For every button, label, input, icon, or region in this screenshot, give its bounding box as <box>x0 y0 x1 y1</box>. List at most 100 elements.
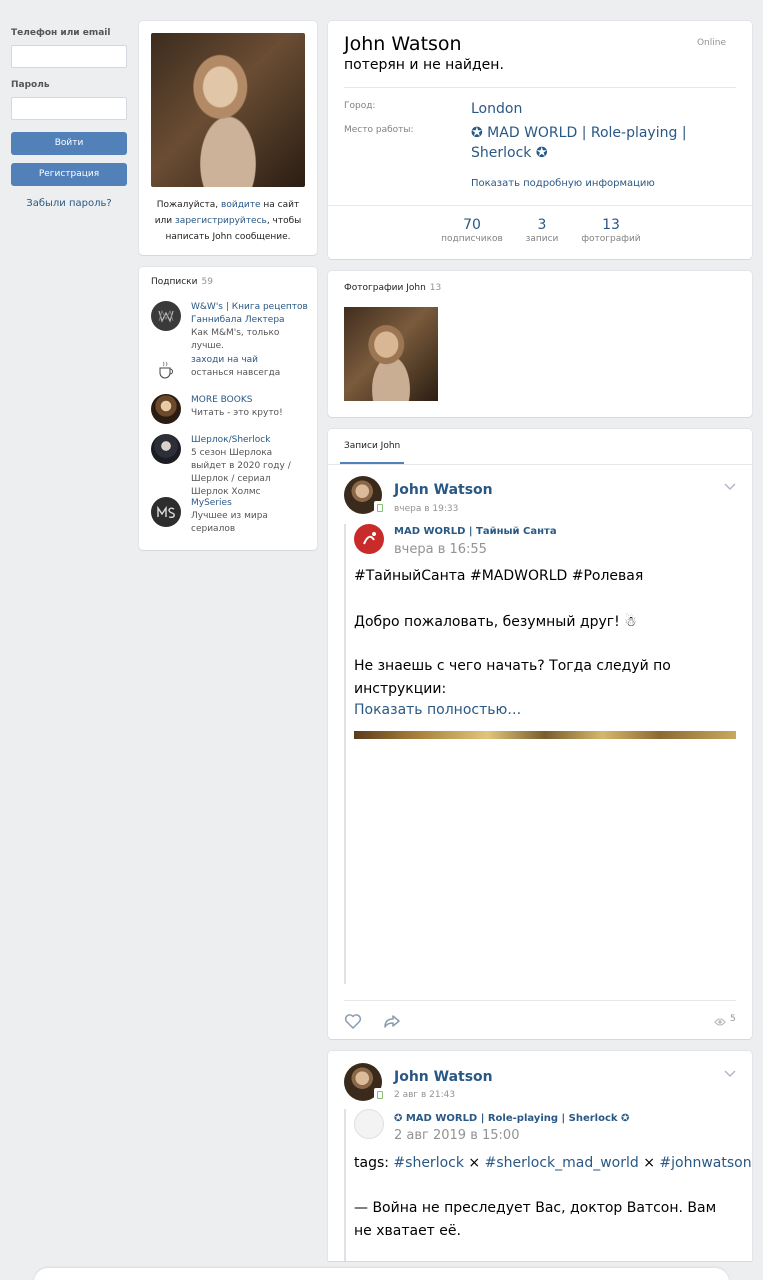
photos-count: 13 <box>429 283 442 293</box>
counter-number: 13 <box>602 217 620 233</box>
work-label: Место работы: <box>344 125 414 135</box>
subscription-desc: 5 сезон Шерлока выйдет в 2020 году / Шер… <box>191 448 291 497</box>
books-avatar <box>151 394 181 424</box>
login-button[interactable]: Войти <box>11 132 127 155</box>
post-author-name[interactable]: John Watson <box>394 482 493 498</box>
subscription-desc: останься навсегда <box>191 368 281 378</box>
teacup-icon <box>151 354 181 384</box>
hashtag-link[interactable]: #sherlock <box>393 1155 464 1171</box>
tab-posts[interactable]: Записи John <box>340 429 405 464</box>
subscription-text: MySeries Лучшее из мира сериалов <box>191 497 309 536</box>
subscription-text: MORE BOOKS Читать - это круто! <box>191 394 309 420</box>
repost-group-name[interactable]: ✪ MAD WORLD | Role-playing | Sherlock ✪ <box>394 1113 629 1124</box>
login-link[interactable]: войдите <box>221 200 261 210</box>
profile-status: потерян и не найден. <box>344 57 504 73</box>
password-label: Пароль <box>11 80 50 90</box>
post-hashtags[interactable]: #ТайныйСанта #MADWORLD #Ролевая <box>354 565 643 588</box>
login-prompt: Пожалуйста, войдите на сайт или зарегист… <box>147 197 309 245</box>
divider <box>328 205 752 206</box>
photos-title-text: Фотографии John <box>344 283 426 293</box>
counter-number: 3 <box>537 217 547 233</box>
subscriptions-title-text: Подписки <box>151 277 198 287</box>
repost-time[interactable]: вчера в 16:55 <box>394 542 487 557</box>
wall-post-card: John Watson 2 авг в 21:43 ✪ MAD WORLD | … <box>328 1051 752 1261</box>
divider <box>344 87 736 88</box>
city-link[interactable]: London <box>471 99 721 119</box>
subscriptions-card: Подписки 59 W&W's | Книга рецептов Ганниб… <box>139 267 317 550</box>
repost-time[interactable]: 2 авг 2019 в 15:00 <box>394 1128 519 1143</box>
subscription-name[interactable]: MORE BOOKS <box>191 394 309 407</box>
share-icon[interactable] <box>382 1011 402 1031</box>
password-input[interactable] <box>11 97 127 120</box>
followers-counter[interactable]: 70 подписчиков <box>440 217 504 244</box>
repost-group-name[interactable]: MAD WORLD <box>394 526 465 537</box>
login-prompt-prefix: Пожалуйста, <box>156 200 222 210</box>
ms-logo-icon <box>151 497 181 527</box>
profile-photo[interactable] <box>151 33 305 187</box>
post-author-name[interactable]: John Watson <box>394 1069 493 1085</box>
work-link[interactable]: ✪ MAD WORLD | Role-playing | Sherlock ✪ <box>471 123 721 163</box>
phone-label: Телефон или email <box>11 28 111 38</box>
mobile-online-icon <box>374 1088 384 1100</box>
posts-counter[interactable]: 3 записи <box>520 217 564 244</box>
tag-separator: × <box>463 1155 485 1171</box>
mobile-online-icon <box>374 501 384 513</box>
madworld-group-avatar[interactable] <box>354 1109 384 1139</box>
subscriptions-title[interactable]: Подписки 59 <box>151 277 213 287</box>
post-text-line: Добро пожаловать, безумный друг! ☃ <box>354 614 637 630</box>
tags-prefix: tags: <box>354 1155 394 1171</box>
tag-separator: × <box>638 1155 660 1171</box>
post-author-avatar[interactable] <box>344 476 384 514</box>
avatar-card: Пожалуйста, войдите на сайт или зарегист… <box>139 21 317 255</box>
subscriptions-count: 59 <box>201 277 213 287</box>
subscription-text: заходи на чай останься навсегда <box>191 354 309 380</box>
eye-icon <box>714 1013 726 1026</box>
city-label: Город: <box>344 101 376 111</box>
wall-card: Записи John John Watson вчера в 19:33 MA… <box>328 429 752 1039</box>
profile-card: John Watson Online потерян и не найден. … <box>328 21 752 259</box>
subscription-name[interactable]: Шерлок/Sherlock <box>191 434 309 447</box>
register-link[interactable]: зарегистрируйтесь <box>175 216 267 226</box>
hashtag-link[interactable]: #johnwatson <box>659 1155 751 1171</box>
post-image[interactable] <box>354 731 736 739</box>
like-icon[interactable] <box>343 1011 363 1031</box>
subscription-name[interactable]: MySeries <box>191 497 309 510</box>
bottom-bar <box>34 1268 729 1280</box>
post-time[interactable]: 2 авг в 21:43 <box>394 1090 455 1100</box>
hashtag-link[interactable]: #sherlock_mad_world <box>485 1155 639 1171</box>
photos-card: Фотографии John 13 <box>328 271 752 417</box>
profile-name: John Watson <box>344 33 462 55</box>
chevron-down-icon[interactable] <box>724 1068 736 1081</box>
divider <box>344 1000 736 1001</box>
subscription-desc: Лучшее из мира сериалов <box>191 511 268 534</box>
phone-input[interactable] <box>11 45 127 68</box>
views-count: 5 <box>730 1014 736 1024</box>
repost-bar <box>344 1109 346 1261</box>
subscription-name[interactable]: W&W's | Книга рецептов Ганнибала Лектера <box>191 301 309 327</box>
repost-group-sub[interactable]: | Тайный Санта <box>465 526 557 537</box>
post-quote: — Война не преследует Вас, доктор Ватсон… <box>354 1200 717 1239</box>
ww-logo-icon <box>151 301 181 331</box>
subscription-desc: Как M&M's, только лучше. <box>191 328 280 351</box>
divider <box>328 464 752 465</box>
login-form: Телефон или email Пароль Войти Регистрац… <box>11 28 127 209</box>
post-time[interactable]: вчера в 19:33 <box>394 504 458 514</box>
photos-title[interactable]: Фотографии John 13 <box>344 283 441 293</box>
counter-label: записи <box>525 234 559 244</box>
post-author-avatar[interactable] <box>344 1063 384 1101</box>
counter-label: фотографий <box>581 234 641 244</box>
chevron-down-icon[interactable] <box>724 481 736 494</box>
register-button[interactable]: Регистрация <box>11 163 127 186</box>
post-text-line: Не знаешь с чего начать? Тогда следуй по… <box>354 658 671 697</box>
subscription-name[interactable]: заходи на чай <box>191 354 309 367</box>
photos-counter[interactable]: 13 фотографий <box>580 217 642 244</box>
show-details-link[interactable]: Показать подробную информацию <box>471 178 655 189</box>
online-status: Online <box>696 38 726 48</box>
repost-source[interactable]: MAD WORLD | Тайный Санта <box>394 526 557 537</box>
sherlock-avatar <box>151 434 181 464</box>
counter-number: 70 <box>463 217 481 233</box>
photo-thumbnail[interactable] <box>344 307 438 401</box>
show-more-link[interactable]: Показать полностью… <box>354 702 521 718</box>
forgot-password-link[interactable]: Забыли пароль? <box>11 198 127 209</box>
santa-group-avatar[interactable] <box>354 524 384 554</box>
